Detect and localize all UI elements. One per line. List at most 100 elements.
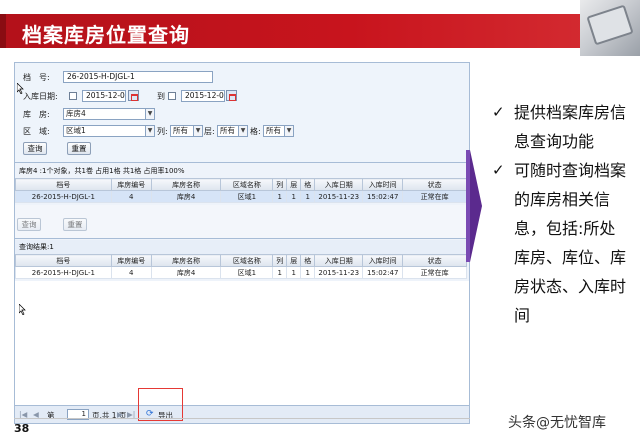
cell-status: 正常在库	[402, 190, 467, 203]
column-header[interactable]: 档号	[15, 178, 112, 191]
column-header[interactable]: 列	[272, 254, 288, 267]
warehouse-select[interactable]: 库房4 ▼	[63, 108, 155, 120]
app-screenshot: 档 号: 26-2015-H-DJGL-1 入库日期: 2015-12-03 到…	[14, 62, 470, 424]
corner-illustration	[580, 0, 640, 56]
date-to-label: 到	[157, 92, 165, 101]
calendar-icon[interactable]	[128, 90, 139, 101]
results-table: 档号 库房编号 库房名称 区域名称 列 层 格 入库日期 入库时间 状态 26-…	[15, 254, 467, 279]
chevron-down-icon: ▼	[145, 126, 154, 136]
column-header[interactable]: 档号	[15, 254, 112, 267]
check-icon: ✓	[492, 161, 505, 179]
cell-time: 15:02:47	[362, 266, 404, 279]
chevron-down-icon: ▼	[145, 109, 154, 119]
column-select-value: 所有	[173, 126, 188, 135]
warehouse-label: 库 房:	[23, 110, 50, 119]
archive-no-input[interactable]: 26-2015-H-DJGL-1	[63, 71, 213, 83]
cell-date: 2015-11-23	[314, 266, 364, 279]
cell-warehouse-no: 4	[110, 266, 152, 279]
cell-status: 正常在库	[402, 266, 467, 279]
column-header[interactable]: 状态	[402, 254, 467, 267]
column-header[interactable]: 入库时间	[362, 254, 404, 267]
table-row[interactable]: 26-2015-H-DJGL-1 4 库房4 区域1 1 1 1 2015-11…	[15, 190, 467, 203]
reset-button[interactable]: 重置	[67, 142, 91, 155]
slide-title: 档案库房位置查询	[22, 23, 190, 47]
export-highlight-box	[138, 388, 183, 421]
title-accent	[0, 14, 6, 48]
bullet-item: ✓ 可随时查询档案的库房相关信息，包括:所处库房、库位、库房状态、入库时间	[492, 156, 630, 330]
chevron-down-icon: ▼	[284, 126, 293, 136]
column-header[interactable]: 库房名称	[150, 254, 222, 267]
cell-select-value: 所有	[266, 126, 281, 135]
table-header-row: 档号 库房编号 库房名称 区域名称 列 层 格 入库日期 入库时间 状态	[15, 254, 467, 267]
column-label: 列:	[157, 127, 168, 136]
layer-label: 层:	[204, 127, 215, 136]
cell-warehouse-no: 4	[110, 190, 152, 203]
table-row[interactable]: 26-2015-H-DJGL-1 4 库房4 区域1 1 1 1 2015-11…	[15, 266, 467, 279]
layer-select[interactable]: 所有 ▼	[217, 125, 248, 137]
cell-archive-no: 26-2015-H-DJGL-1	[15, 266, 112, 279]
mouse-cursor-icon	[17, 83, 24, 94]
cell-column: 1	[272, 266, 288, 279]
area-label: 区 域:	[23, 127, 50, 136]
date-to-input[interactable]: 2015-12-03	[181, 90, 225, 102]
page-number: 38	[14, 422, 30, 435]
column-header[interactable]: 格	[300, 178, 316, 191]
cell-warehouse-name: 库房4	[150, 190, 222, 203]
cell-layer: 1	[286, 190, 302, 203]
right-arrow-icon	[470, 150, 482, 262]
check-icon: ✓	[492, 103, 505, 121]
column-header[interactable]: 区域名称	[220, 254, 274, 267]
cell-select[interactable]: 所有 ▼	[263, 125, 294, 137]
page-prefix: 第	[47, 411, 55, 420]
cell-column: 1	[272, 190, 288, 203]
table-header-row: 档号 库房编号 库房名称 区域名称 列 层 格 入库日期 入库时间 状态	[15, 178, 467, 191]
cell-warehouse-name: 库房4	[150, 266, 222, 279]
footer-divider	[14, 418, 470, 419]
bullet-text: 可随时查询档案的库房相关信息，包括:所处库房、库位、库房状态、入库时间	[514, 161, 627, 325]
watermark: 头条@无忧智库	[508, 415, 606, 431]
ghost-reset-button: 重置	[63, 218, 87, 231]
column-header[interactable]: 库房编号	[110, 254, 152, 267]
column-header[interactable]: 状态	[402, 178, 467, 191]
results-label: 查询结果:1	[15, 240, 469, 254]
column-header[interactable]: 库房名称	[150, 178, 222, 191]
column-header[interactable]: 入库时间	[362, 178, 404, 191]
bullet-text: 提供档案库房信息查询功能	[514, 103, 627, 151]
area-select[interactable]: 区域1 ▼	[63, 125, 155, 137]
column-header[interactable]: 库房编号	[110, 178, 152, 191]
warehouse-select-value: 库房4	[66, 109, 86, 118]
date-from-checkbox[interactable]	[69, 92, 77, 100]
slide-title-bar: 档案库房位置查询	[0, 14, 586, 48]
query-form: 档 号: 26-2015-H-DJGL-1 入库日期: 2015-12-03 到…	[15, 63, 469, 163]
feature-bullets: ✓ 提供档案库房信息查询功能 ✓ 可随时查询档案的库房相关信息，包括:所处库房、…	[492, 98, 630, 330]
cell-cell: 1	[300, 190, 316, 203]
bullet-item: ✓ 提供档案库房信息查询功能	[492, 98, 630, 156]
cell-time: 15:02:47	[362, 190, 404, 203]
column-header[interactable]: 列	[272, 178, 288, 191]
calendar-icon[interactable]	[226, 90, 237, 101]
column-header[interactable]: 入库日期	[314, 178, 364, 191]
column-header[interactable]: 入库日期	[314, 254, 364, 267]
mouse-cursor-icon	[19, 304, 26, 315]
chevron-down-icon: ▼	[193, 126, 202, 136]
column-header[interactable]: 区域名称	[220, 178, 274, 191]
column-header[interactable]: 格	[300, 254, 316, 267]
query-button[interactable]: 查询	[23, 142, 47, 155]
column-select[interactable]: 所有 ▼	[170, 125, 203, 137]
cell-area-name: 区域1	[220, 190, 274, 203]
archive-no-label: 档 号:	[23, 73, 50, 82]
layer-select-value: 所有	[220, 126, 235, 135]
cell-cell: 1	[300, 266, 316, 279]
column-header[interactable]: 层	[286, 178, 302, 191]
summary-table: 档号 库房编号 库房名称 区域名称 列 层 格 入库日期 入库时间 状态 26-…	[15, 178, 467, 203]
column-header[interactable]: 层	[286, 254, 302, 267]
date-label: 入库日期:	[23, 92, 58, 101]
date-to-checkbox[interactable]	[168, 92, 176, 100]
cell-date: 2015-11-23	[314, 190, 364, 203]
ghost-query-button: 查询	[17, 218, 41, 231]
cell-area-name: 区域1	[220, 266, 274, 279]
date-from-input[interactable]: 2015-12-03	[82, 90, 126, 102]
chevron-down-icon: ▼	[238, 126, 247, 136]
cell-layer: 1	[286, 266, 302, 279]
cell-label: 格:	[250, 127, 261, 136]
